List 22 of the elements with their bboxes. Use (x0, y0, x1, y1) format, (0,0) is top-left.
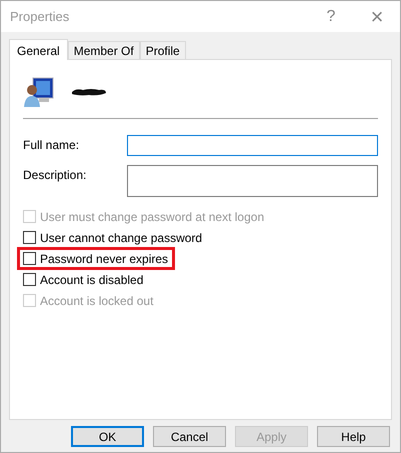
close-button[interactable]: × (354, 1, 400, 32)
user-computer-icon (23, 76, 55, 108)
tab[interactable]: General (9, 39, 68, 60)
dialog-button[interactable]: Cancel (153, 426, 226, 447)
dialog-button[interactable]: Help (317, 426, 390, 447)
tab[interactable]: Profile (140, 41, 186, 59)
dialog-button[interactable]: OK (71, 426, 144, 447)
input-field[interactable] (127, 165, 378, 197)
checkbox[interactable] (23, 252, 36, 265)
checkbox[interactable] (23, 231, 36, 244)
field-label: Description: (23, 167, 88, 182)
checkbox-label: Account is disabled (40, 272, 144, 286)
field-label: Full name: (23, 137, 80, 152)
help-button[interactable]: ? (308, 1, 354, 32)
checkbox-label: Password never expires (40, 252, 168, 266)
checkbox-label: User must change password at next logon (40, 210, 264, 224)
checkbox-label: User cannot change password (40, 230, 202, 244)
tab[interactable]: Member Of (68, 41, 140, 59)
input-field[interactable] (127, 135, 378, 156)
window-title: Properties (10, 9, 70, 24)
checkbox[interactable] (23, 273, 36, 286)
checkbox-label: Account is locked out (40, 294, 154, 308)
